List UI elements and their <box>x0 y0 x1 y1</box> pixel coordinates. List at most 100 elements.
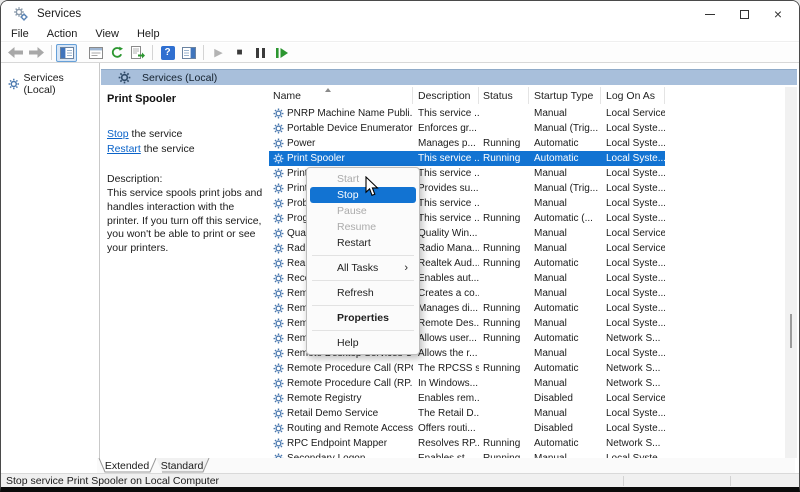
cell-logon: Local Service <box>601 106 665 121</box>
show-action-pane-button[interactable] <box>178 44 199 62</box>
restart-link-suffix: the service <box>141 143 195 155</box>
refresh-button[interactable] <box>106 44 127 62</box>
start-service-button[interactable]: ▶ <box>208 44 229 62</box>
table-row[interactable]: Remote Procedure Call (RPC)The RPCSS s..… <box>269 361 665 376</box>
cell-startup: Automatic <box>529 361 601 376</box>
start-service-icon: ▶ <box>214 46 222 59</box>
table-row[interactable]: PowerManages p...RunningAutomaticLocal S… <box>269 136 665 151</box>
menu-item-properties[interactable]: Properties <box>310 310 416 326</box>
close-button[interactable]: × <box>761 1 795 27</box>
cell-logon: Local Syste... <box>601 136 665 151</box>
cell-desc: This service ... <box>413 211 479 226</box>
back-button[interactable] <box>5 44 26 62</box>
service-gear-icon <box>273 333 284 344</box>
menu-item-all-tasks[interactable]: All Tasks› <box>310 260 416 276</box>
menu-file[interactable]: File <box>1 28 38 40</box>
menu-item-pause: Pause <box>310 203 416 219</box>
cell-desc: Enables st... <box>413 451 479 458</box>
restart-service-link[interactable]: Restart <box>107 143 141 155</box>
cell-startup: Manual <box>529 241 601 256</box>
menu-item-restart[interactable]: Restart <box>310 235 416 251</box>
list-header: Name Description Status Startup Type Log… <box>269 87 785 106</box>
minimize-icon <box>705 14 715 15</box>
scrollbar-thumb[interactable] <box>790 314 792 348</box>
menu-help[interactable]: Help <box>128 28 169 40</box>
cell-desc: Enforces gr... <box>413 121 479 136</box>
vertical-scrollbar[interactable] <box>785 87 797 458</box>
statusbar: Stop service Print Spooler on Local Comp… <box>1 473 799 488</box>
description-panel: Print Spooler Stop the service Restart t… <box>101 85 268 458</box>
cell-startup: Manual <box>529 451 601 458</box>
cell-logon: Local Service <box>601 391 665 406</box>
cell-startup: Manual (Trig... <box>529 181 601 196</box>
cell-startup: Manual <box>529 316 601 331</box>
table-row[interactable]: Remote RegistryEnables rem...DisabledLoc… <box>269 391 665 406</box>
cell-status: Running <box>479 361 529 376</box>
cell-logon: Network S... <box>601 361 665 376</box>
menu-view[interactable]: View <box>86 28 128 40</box>
table-row[interactable]: Retail Demo ServiceThe Retail D...Manual… <box>269 406 665 421</box>
show-console-tree-button[interactable] <box>56 44 77 62</box>
cell-status: Running <box>479 451 529 458</box>
stop-service-button[interactable]: ■ <box>229 44 250 62</box>
cell-desc: Remote Des... <box>413 316 479 331</box>
cell-logon: Local Syste... <box>601 316 665 331</box>
properties-button[interactable] <box>85 44 106 62</box>
maximize-button[interactable] <box>727 1 761 27</box>
content-panel: Services (Local) Print Spooler Stop the … <box>101 63 799 473</box>
table-row[interactable]: Secondary LogonEnables st...RunningManua… <box>269 451 665 458</box>
cell-startup: Manual <box>529 196 601 211</box>
cell-name: Remote Procedure Call (RP... <box>269 376 413 391</box>
service-gear-icon <box>273 288 284 299</box>
tree-item-label: Services (Local) <box>24 72 96 96</box>
help-button[interactable]: ? <box>157 44 178 62</box>
cell-status: Running <box>479 211 529 226</box>
column-header-name[interactable]: Name <box>269 87 413 104</box>
minimize-button[interactable] <box>693 1 727 27</box>
column-header-startup-type[interactable]: Startup Type <box>529 87 601 104</box>
cell-logon: Local Syste... <box>601 271 665 286</box>
service-gear-icon <box>273 393 284 404</box>
statusbar-divider <box>730 476 731 486</box>
cell-name: Routing and Remote Access <box>269 421 413 436</box>
forward-button[interactable] <box>26 44 47 62</box>
export-list-button[interactable] <box>127 44 148 62</box>
table-row[interactable]: Portable Device Enumerator...Enforces gr… <box>269 121 665 136</box>
context-menu: StartStopPauseResumeRestartAll Tasks›Ref… <box>306 167 420 355</box>
tab-standard[interactable]: Standard <box>161 460 204 472</box>
cell-desc: Enables aut... <box>413 271 479 286</box>
cell-desc: Allows user... <box>413 331 479 346</box>
cell-logon: Local Syste... <box>601 301 665 316</box>
menu-action[interactable]: Action <box>38 28 87 40</box>
table-row[interactable]: Print SpoolerThis service ...RunningAuto… <box>269 151 665 166</box>
cell-name: PNRP Machine Name Publi... <box>269 106 413 121</box>
cell-logon: Local Syste... <box>601 181 665 196</box>
stop-service-link[interactable]: Stop <box>107 128 129 140</box>
column-header-status[interactable]: Status <box>479 87 529 104</box>
table-row[interactable]: Remote Procedure Call (RP...In Windows..… <box>269 376 665 391</box>
table-row[interactable]: RPC Endpoint MapperResolves RP...Running… <box>269 436 665 451</box>
table-row[interactable]: PNRP Machine Name Publi...This service .… <box>269 106 665 121</box>
toolbar: ? ▶ ■ <box>1 43 799 63</box>
menu-item-refresh[interactable]: Refresh <box>310 285 416 301</box>
service-gear-icon <box>273 258 284 269</box>
menu-item-help[interactable]: Help <box>310 335 416 351</box>
menu-item-stop[interactable]: Stop <box>310 187 416 203</box>
cell-status <box>479 391 529 406</box>
services-window: Services × File Action View Help <box>0 0 800 492</box>
pause-service-button[interactable] <box>250 44 271 62</box>
cell-logon: Local Syste... <box>601 151 665 166</box>
cell-startup: Manual (Trig... <box>529 121 601 136</box>
service-gear-icon <box>118 71 131 84</box>
column-header-description[interactable]: Description <box>413 87 479 104</box>
table-row[interactable]: Routing and Remote AccessOffers routi...… <box>269 421 665 436</box>
cell-desc: Resolves RP... <box>413 436 479 451</box>
restart-service-button[interactable] <box>271 44 292 62</box>
tree-item-services-local[interactable]: Services (Local) <box>5 71 99 97</box>
column-header-log-on-as[interactable]: Log On As <box>601 87 665 104</box>
cell-status <box>479 196 529 211</box>
cell-desc: Realtek Aud... <box>413 256 479 271</box>
tab-extended[interactable]: Extended <box>105 460 150 472</box>
description-text: This service spools print jobs and handl… <box>107 187 265 256</box>
cell-status: Running <box>479 301 529 316</box>
